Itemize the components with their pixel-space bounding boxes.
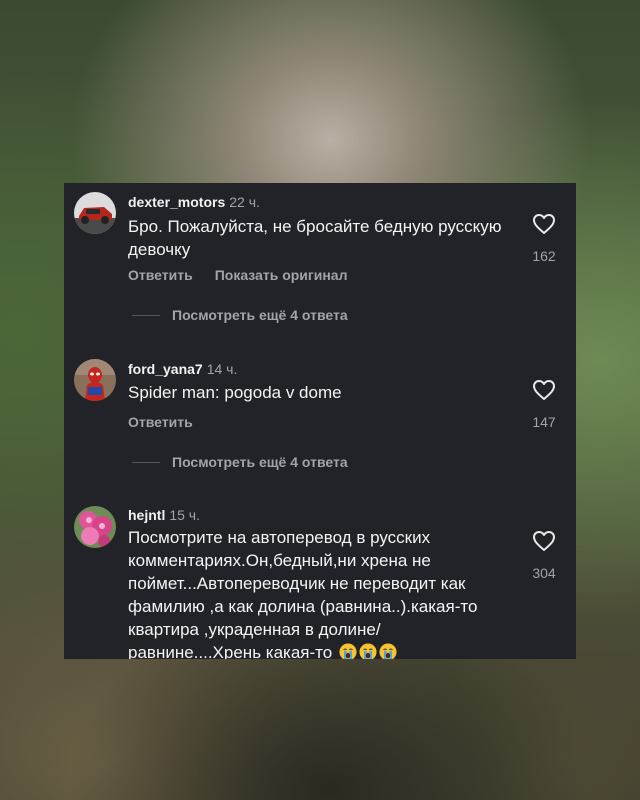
comment-time: 14 ч. [206,361,238,377]
reply-button[interactable]: Ответить [128,414,193,430]
view-replies-label: Посмотреть ещё 4 ответа [172,307,348,323]
avatar[interactable] [74,192,116,234]
like-count: 162 [532,248,556,264]
loudly-crying-face-icon [339,643,357,659]
replies-divider [132,461,160,463]
avatar[interactable] [74,359,116,401]
loudly-crying-face-icon [379,643,397,659]
show-original-button[interactable]: Показать оригинал [215,267,348,283]
view-replies-label: Посмотреть ещё 4 ответа [172,454,348,470]
comment-time: 15 ч. [169,507,200,523]
comment-text-content: Посмотрите на автоперевод в русских комм… [128,528,478,659]
reply-button[interactable]: Ответить [128,267,193,283]
like-count: 304 [532,565,556,581]
replies-divider [132,314,160,316]
comment-text: Spider man: pogoda v dome [128,383,342,402]
view-replies-button[interactable]: Посмотреть ещё 4 ответа [132,454,348,470]
comments-panel: dexter_motors 22 ч. Бро. Пожалуйста, не б… [64,183,576,659]
username[interactable]: ford_yana7 [128,361,203,377]
comment-text: Бро. Пожалуйста, не бросайте бедную русс… [128,217,502,259]
like-count: 147 [532,414,556,430]
loudly-crying-face-icon [359,643,377,659]
username[interactable]: hejntl [128,507,165,523]
username[interactable]: dexter_motors [128,194,225,210]
comment-time: 22 ч. [229,194,260,210]
avatar[interactable] [74,506,116,548]
comment-text: Посмотрите на автоперевод в русских комм… [128,526,518,659]
view-replies-button[interactable]: Посмотреть ещё 4 ответа [132,307,348,323]
heart-icon[interactable] [532,530,556,552]
heart-icon[interactable] [532,379,556,401]
heart-icon[interactable] [532,213,556,235]
